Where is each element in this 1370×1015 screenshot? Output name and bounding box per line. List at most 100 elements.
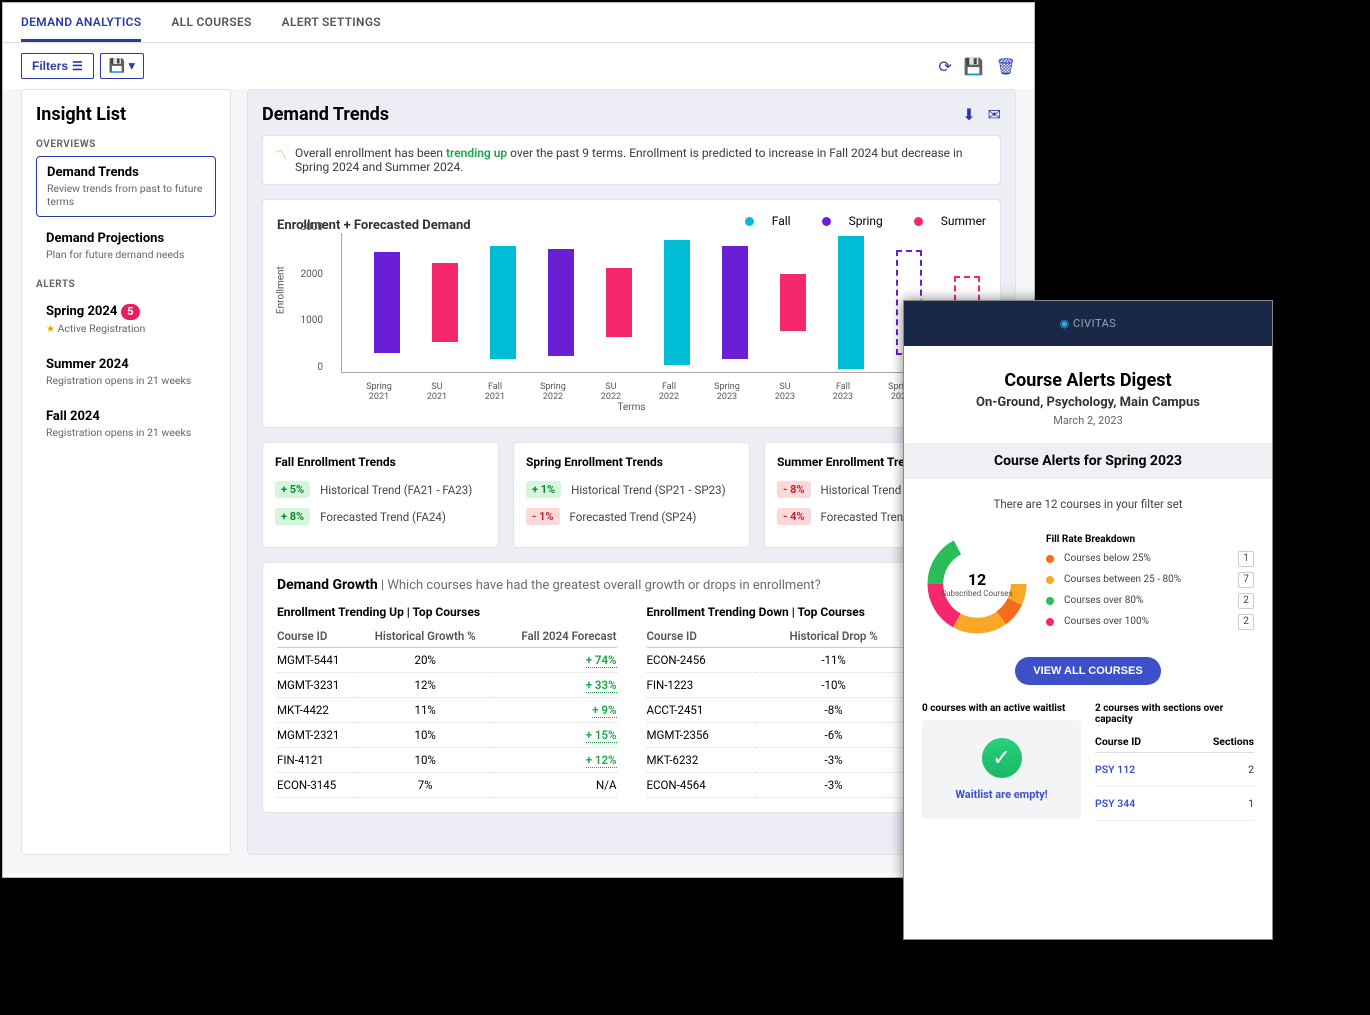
overviews-header: OVERVIEWS <box>36 139 216 150</box>
x-tick-label: SU2022 <box>590 382 632 402</box>
trend-pill: - 1% <box>526 508 560 525</box>
legend-dot <box>1046 555 1054 563</box>
table-row: MGMT-544120%+ 74% <box>277 648 617 673</box>
chart-bar <box>432 263 458 342</box>
page-title: Demand Trends <box>262 104 389 125</box>
waitlist-card: 0 courses with an active waitlist ✓ Wait… <box>922 703 1081 821</box>
chevron-down-icon: ▾ <box>128 58 135 74</box>
table-header: Course ID <box>1095 731 1179 753</box>
sidebar-alert-fall-2024[interactable]: Fall 2024 Registration opens in 21 weeks <box>36 401 216 447</box>
trend-card-title: Fall Enrollment Trends <box>275 455 486 469</box>
y-axis-label: Enrollment <box>276 266 287 314</box>
enrollment-chart-panel: Enrollment + Forecasted Demand Fall Spri… <box>262 199 1001 428</box>
trend-text: Historical Trend (SP21 - SP23) <box>571 483 725 497</box>
view-all-courses-button[interactable]: VIEW ALL COURSES <box>1015 657 1160 685</box>
app-window: DEMAND ANALYTICS ALL COURSES ALERT SETTI… <box>2 2 1035 878</box>
save-button[interactable]: 💾▾ <box>100 53 144 79</box>
table-header: Course ID <box>277 625 359 648</box>
sidebar-item-desc: Registration opens in 21 weeks <box>46 426 206 439</box>
table-row[interactable]: PSY 3441 <box>1095 787 1254 821</box>
trend-text: Forecasted Trend (FA24) <box>320 510 446 524</box>
x-tick-label: Fall2022 <box>648 382 690 402</box>
demand-growth-panel: Demand Growth | Which courses have had t… <box>262 562 1001 813</box>
trend-pill: + 1% <box>526 481 561 498</box>
delete-icon[interactable]: 🗑 <box>996 57 1016 76</box>
tab-alert-settings[interactable]: ALERT SETTINGS <box>282 15 381 42</box>
fill-label: Courses over 80% <box>1064 595 1143 606</box>
chart-legend: Fall Spring Summer <box>717 214 986 228</box>
table-header: Sections <box>1179 731 1254 753</box>
digest-window: CIVITAS Course Alerts Digest On-Ground, … <box>903 300 1273 940</box>
x-tick-label: Fall2023 <box>822 382 864 402</box>
fill-breakdown: Fill Rate Breakdown Courses below 25%1Co… <box>1046 534 1254 635</box>
alerts-header: ALERTS <box>36 279 216 290</box>
sidebar-item-desc: Registration opens in 21 weeks <box>46 374 206 387</box>
chart-bar <box>838 236 864 368</box>
insight-sidebar: Insight List OVERVIEWS Demand Trends Rev… <box>21 89 231 855</box>
sidebar-item-desc: ★ Active Registration <box>46 322 206 335</box>
table-header: Fall 2024 Forecast <box>491 625 616 648</box>
fill-count: 2 <box>1238 593 1254 609</box>
table-header: Historical Drop % <box>756 625 911 648</box>
legend-dot <box>1046 618 1054 626</box>
legend-dot <box>1046 597 1054 605</box>
x-tick-label: Fall2021 <box>474 382 516 402</box>
refresh-icon[interactable]: ⟳ <box>938 57 951 76</box>
filters-button[interactable]: Filters☰ <box>21 53 94 79</box>
main-content: Demand Trends ⬇ ✉ 〽 Overall enrollment h… <box>247 89 1016 855</box>
fill-count: 7 <box>1238 572 1254 588</box>
main-tabs: DEMAND ANALYTICS ALL COURSES ALERT SETTI… <box>3 3 1034 43</box>
fill-label: Courses over 100% <box>1064 616 1149 627</box>
fill-title: Fill Rate Breakdown <box>1046 534 1254 545</box>
fill-row: Courses between 25 - 80%7 <box>1046 572 1254 588</box>
fill-count: 2 <box>1238 614 1254 630</box>
sidebar-item-demand-projections[interactable]: Demand Projections Plan for future deman… <box>36 223 216 269</box>
download-icon[interactable]: ⬇ <box>962 105 975 124</box>
sidebar-alert-spring-2024[interactable]: Spring 20245 ★ Active Registration <box>36 296 216 343</box>
chart-bar <box>664 240 690 365</box>
waitlist-title: 0 courses with an active waitlist <box>922 703 1081 714</box>
over-title: 2 courses with sections over capacity <box>1095 703 1254 725</box>
donut-chart: 12Subscribed Courses <box>922 529 1032 639</box>
trend-card: Spring Enrollment Trends + 1% Historical T… <box>513 442 750 548</box>
fill-row: Courses over 100% 2 <box>1046 614 1254 630</box>
trend-pill: - 8% <box>777 481 811 498</box>
trend-card: Fall Enrollment Trends+ 5%Historical Tre… <box>262 442 499 548</box>
alert-badge: 5 <box>121 304 139 320</box>
email-icon[interactable]: ✉ <box>988 105 1001 124</box>
table-header: Historical Growth % <box>359 625 492 648</box>
chart-bar <box>548 249 574 356</box>
x-tick-label: Spring2022 <box>532 382 574 402</box>
check-icon: ✓ <box>982 738 1022 778</box>
digest-band: Course Alerts for Spring 2023 <box>904 443 1272 479</box>
sparkline-icon: 〽 <box>275 146 287 163</box>
sidebar-item-label: Demand Trends <box>47 165 205 180</box>
enrollment-chart: Enrollment 0100020003000 Spring2021SU202… <box>277 233 986 413</box>
sidebar-title: Insight List <box>36 104 216 125</box>
donut-label: Subscribed Courses <box>941 589 1012 598</box>
sidebar-alert-summer-2024[interactable]: Summer 2024 Registration opens in 21 wee… <box>36 349 216 395</box>
tab-all-courses[interactable]: ALL COURSES <box>171 15 251 42</box>
trend-card-title: Spring Enrollment Trends <box>526 455 737 469</box>
sidebar-item-desc: Review trends from past to future terms <box>47 182 205 208</box>
star-icon: ★ <box>46 324 55 335</box>
table-row: MGMT-323112%+ 33% <box>277 673 617 698</box>
filter-icon: ☰ <box>72 59 83 73</box>
sidebar-item-desc: Plan for future demand needs <box>46 248 206 261</box>
save-disabled-icon: 💾 <box>964 57 984 76</box>
toolbar: Filters☰ 💾▾ ⟳ 💾 🗑 <box>3 43 1034 89</box>
sidebar-item-label: Summer 2024 <box>46 357 206 372</box>
trending-up-table: Enrollment Trending Up | Top Courses Cou… <box>277 605 617 798</box>
sidebar-item-demand-trends[interactable]: Demand Trends Review trends from past to… <box>36 156 216 217</box>
table-row: ECON-31457%N/A <box>277 773 617 798</box>
table-row[interactable]: PSY 1122 <box>1095 753 1254 787</box>
fill-row: Courses over 80% 2 <box>1046 593 1254 609</box>
trend-text: Forecasted Trend <box>821 510 910 524</box>
donut-value: 12 <box>968 570 986 589</box>
waitlist-msg: Waitlist are empty! <box>932 788 1071 801</box>
table-title: Enrollment Trending Up | Top Courses <box>277 605 617 619</box>
table-header: Course ID <box>647 625 757 648</box>
growth-title: Demand Growth | Which courses have had t… <box>277 577 986 593</box>
tab-demand-analytics[interactable]: DEMAND ANALYTICS <box>21 15 141 42</box>
fill-label: Courses below 25% <box>1064 553 1151 564</box>
